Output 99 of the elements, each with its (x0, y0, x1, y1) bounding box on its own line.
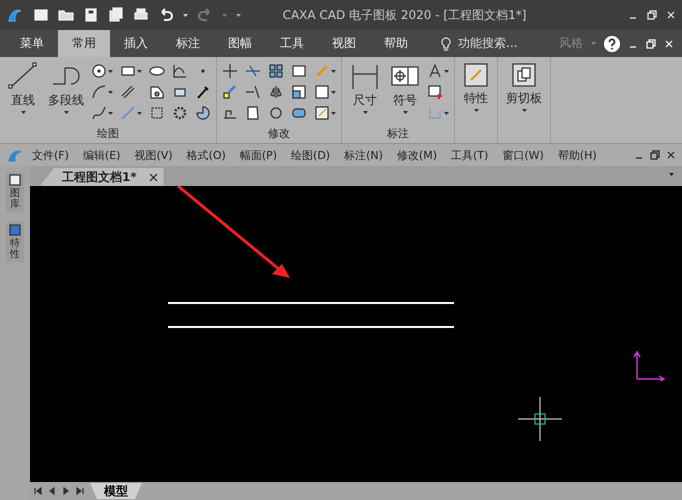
menu-item[interactable]: 绘图(D) (285, 148, 336, 162)
restore-icon[interactable] (647, 10, 657, 20)
menu-item[interactable]: 标注(N) (338, 148, 389, 162)
ribbon-button[interactable]: 多段线 (45, 60, 87, 126)
menu-item[interactable]: 编辑(E) (76, 148, 126, 162)
block-edit-icon[interactable] (314, 105, 330, 121)
menu-item[interactable]: 文件(F) (26, 148, 75, 162)
menu-item[interactable]: 格式(O) (180, 148, 232, 162)
menu-item[interactable]: 工具(T) (445, 148, 494, 162)
shape-icon[interactable] (149, 84, 165, 100)
caret-icon (331, 112, 336, 114)
caret-icon (522, 109, 526, 112)
hatch-icon[interactable] (120, 84, 136, 100)
extend-icon[interactable] (245, 84, 261, 100)
lightbulb-icon[interactable] (440, 36, 452, 50)
ribbon-tab[interactable]: 标注 (162, 30, 214, 57)
caret-icon (137, 70, 142, 72)
page-icon[interactable] (245, 105, 261, 121)
menu-item[interactable]: 幅面(P) (234, 148, 284, 162)
group-title: 修改 (267, 126, 291, 141)
caret-icon (444, 112, 449, 114)
ribbon-tab[interactable]: 菜单 (6, 30, 58, 57)
square-icon[interactable] (314, 84, 330, 100)
ribbon-tab[interactable]: 帮助 (370, 30, 422, 57)
save-icon[interactable] (83, 7, 99, 23)
close-icon[interactable] (666, 150, 676, 160)
ribbon-tab[interactable]: 工具 (266, 30, 318, 57)
side-tab[interactable]: 特性 (6, 222, 24, 262)
curve-axes-icon[interactable] (172, 63, 188, 79)
document-tab[interactable]: 工程图文档1* (40, 168, 164, 186)
save-all-icon[interactable] (108, 7, 124, 23)
circle-icon[interactable] (91, 63, 107, 79)
caret-icon (402, 111, 408, 114)
caret-icon (108, 112, 113, 114)
restore-icon[interactable] (646, 38, 656, 48)
coordinate-axes-icon (633, 349, 665, 381)
ribbon-tab[interactable]: 常用 (58, 30, 110, 57)
caret-icon (669, 173, 674, 176)
group-title: 标注 (386, 126, 410, 141)
ribbon-button[interactable]: 符号 (387, 60, 423, 126)
ribbon-tab[interactable]: 视图 (318, 30, 370, 57)
ribbon-tab[interactable]: 插入 (110, 30, 162, 57)
text-icon[interactable] (427, 63, 443, 79)
caret-icon (108, 70, 113, 72)
caret-icon (222, 14, 227, 16)
menu-item[interactable]: 修改(M) (390, 148, 443, 162)
grid-icon[interactable] (268, 63, 284, 79)
panel-icon[interactable] (9, 174, 21, 186)
ribbon-button[interactable]: 特性 (460, 60, 492, 126)
properties-icon[interactable] (463, 62, 489, 88)
caret-icon (331, 90, 336, 94)
crosshair-cursor (518, 397, 562, 441)
help-icon[interactable] (604, 36, 620, 52)
caret-icon (444, 70, 449, 72)
ribbon-button[interactable]: 直线 (5, 60, 41, 126)
caret-icon (362, 111, 368, 114)
caret-icon (137, 112, 142, 114)
side-tab[interactable]: 图库 (6, 172, 24, 212)
caret-icon (591, 42, 596, 45)
table-icon[interactable] (427, 84, 443, 100)
menu-item[interactable]: 视图(V) (128, 148, 179, 162)
caret-icon (331, 70, 336, 72)
menu-item[interactable]: 窗口(W) (496, 148, 550, 162)
restore-icon[interactable] (650, 150, 660, 160)
last-page-icon[interactable] (76, 487, 84, 495)
search-field[interactable]: 功能搜索... (458, 35, 518, 52)
first-page-icon[interactable] (34, 487, 42, 495)
eraser-icon[interactable] (222, 84, 238, 100)
window-icon[interactable] (291, 63, 307, 79)
ribbon-tab[interactable]: 图幅 (214, 30, 266, 57)
ribbon-button[interactable]: 尺寸 (347, 60, 383, 126)
clipboard-icon[interactable] (511, 62, 537, 88)
group-title: 绘图 (96, 126, 120, 141)
dimension-icon[interactable] (350, 62, 380, 90)
dashed-square-icon[interactable] (149, 105, 165, 121)
rotate-icon[interactable] (268, 105, 284, 121)
spline-icon[interactable] (91, 105, 107, 121)
caret-icon (183, 14, 188, 16)
trim-icon[interactable] (245, 63, 261, 79)
caret-icon (474, 109, 478, 112)
caret-icon (64, 111, 68, 114)
menu-item[interactable]: 帮助(H) (552, 148, 603, 162)
ribbon-button[interactable]: 剪切板 (503, 60, 545, 126)
next-icon[interactable] (62, 487, 70, 495)
line-icon[interactable] (8, 62, 38, 90)
window-title: CAXA CAD 电子图板 2020 - [工程图文档1*] (282, 6, 528, 24)
close-icon[interactable] (148, 172, 158, 182)
caret-icon (236, 14, 241, 16)
move-icon[interactable] (222, 63, 238, 79)
previous-icon[interactable] (48, 487, 56, 495)
model-tab[interactable]: 模型 (90, 483, 142, 499)
pick-icon[interactable] (195, 84, 211, 100)
caret-icon (20, 111, 26, 114)
scale-icon[interactable] (291, 84, 307, 100)
mirror-icon[interactable] (268, 84, 284, 100)
pie-icon[interactable] (195, 105, 211, 121)
new-file-icon[interactable] (33, 7, 49, 23)
arc-icon[interactable] (91, 84, 107, 100)
caret-icon (108, 90, 113, 94)
